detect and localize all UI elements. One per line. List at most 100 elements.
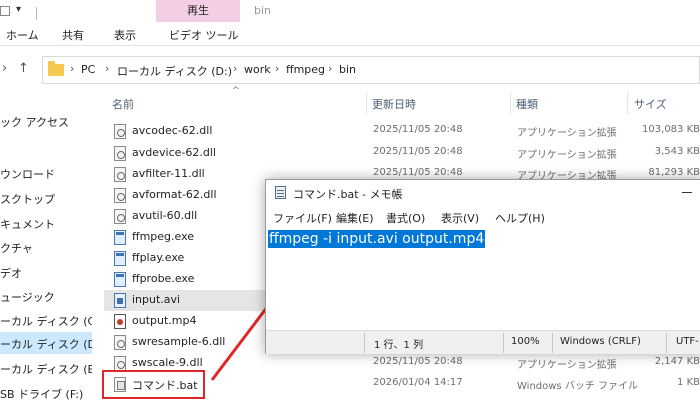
file-name: input.avi bbox=[132, 293, 181, 306]
file-type: アプリケーション拡張 bbox=[517, 128, 617, 139]
menu-edit[interactable]: 編集(E) bbox=[336, 210, 374, 226]
exe-file-icon bbox=[114, 230, 126, 245]
sidebar-item-blank bbox=[0, 132, 92, 154]
column-divider[interactable] bbox=[510, 92, 511, 114]
file-name: avfilter-11.dll bbox=[132, 167, 205, 180]
address-bar[interactable]: › PC › ローカル ディスク (D:) › work › ffmpeg › … bbox=[42, 56, 700, 84]
sidebar-item-drive-c[interactable]: ーカル ディスク (C:) bbox=[0, 309, 92, 331]
tab-home[interactable]: ホーム bbox=[6, 27, 39, 43]
file-size: 2,147 KB bbox=[654, 356, 700, 367]
notepad-title: コマンド.bat - メモ帳 bbox=[293, 188, 403, 201]
menu-view[interactable]: 表示(V) bbox=[441, 210, 479, 226]
sidebar-item-usb-f[interactable]: SB ドライブ (F:) bbox=[0, 382, 92, 404]
breadcrumb-pc[interactable]: PC bbox=[81, 63, 95, 76]
column-header-size[interactable]: サイズ bbox=[634, 96, 667, 112]
exe-file-icon bbox=[114, 272, 126, 287]
status-zoom: 100% bbox=[511, 336, 540, 347]
file-row[interactable]: avcodec-62.dll 2025/11/05 20:48 アプリケーション… bbox=[104, 121, 700, 142]
file-name: avdevice-62.dll bbox=[132, 146, 216, 159]
dll-file-icon bbox=[114, 124, 126, 139]
sidebar-item-drive-d[interactable]: ーカル ディスク (D:) bbox=[0, 332, 92, 354]
tab-share[interactable]: 共有 bbox=[62, 27, 84, 43]
file-date: 2026/01/04 14:17 bbox=[373, 377, 463, 388]
file-name: ffprobe.exe bbox=[132, 272, 195, 285]
file-row[interactable]: avdevice-62.dll 2025/11/05 20:48 アプリケーショ… bbox=[104, 143, 700, 164]
file-name: output.mp4 bbox=[132, 314, 197, 327]
file-name: avutil-60.dll bbox=[132, 209, 198, 222]
column-header-type[interactable]: 種類 bbox=[516, 96, 538, 112]
dll-file-icon bbox=[114, 188, 126, 203]
sidebar-item-documents[interactable]: キュメント bbox=[0, 212, 92, 234]
status-encoding: UTF- bbox=[676, 336, 699, 347]
notepad-titlebar[interactable]: コマンド.bat - メモ帳 bbox=[266, 180, 700, 206]
folder-icon bbox=[48, 61, 64, 76]
sidebar-item-music[interactable]: ュージック bbox=[0, 285, 92, 307]
notepad-statusbar: 1 行、1 列 100% Windows (CRLF) UTF- bbox=[266, 330, 700, 354]
file-size: 1 KB bbox=[677, 377, 700, 388]
file-type: アプリケーション拡張 bbox=[517, 360, 617, 371]
quick-access-dropdown-icon[interactable]: ▾ bbox=[16, 4, 21, 15]
breadcrumb-separator[interactable]: › bbox=[275, 62, 279, 75]
sidebar-item-pictures[interactable]: クチャ bbox=[0, 236, 92, 258]
file-date: 2025/11/05 20:48 bbox=[373, 124, 463, 135]
column-divider[interactable] bbox=[627, 92, 628, 114]
address-row: › ↑ › PC › ローカル ディスク (D:) › work › ffmpe… bbox=[0, 54, 700, 86]
breadcrumb-bin[interactable]: bin bbox=[339, 63, 356, 76]
notepad-window: コマンド.bat - メモ帳 ファイル(F) 編集(E) 書式(O) 表示(V)… bbox=[265, 179, 700, 354]
selected-command-text[interactable]: ffmpeg -i input.avi output.mp4 bbox=[268, 230, 486, 248]
status-divider bbox=[364, 333, 365, 353]
context-tab-header: 再生 bbox=[156, 0, 240, 22]
sidebar-item-desktop[interactable]: スクトップ bbox=[0, 187, 92, 209]
minimize-icon[interactable] bbox=[682, 192, 692, 193]
column-header-date[interactable]: 更新日時 bbox=[372, 96, 416, 112]
sidebar-item-videos[interactable]: デオ bbox=[0, 261, 92, 283]
quick-access-toolbar[interactable]: ▾ bbox=[0, 4, 37, 20]
menu-help[interactable]: ヘルプ(H) bbox=[495, 210, 545, 226]
file-name: ffplay.exe bbox=[132, 251, 185, 264]
file-type: Windows バッチ ファイル bbox=[517, 381, 638, 392]
breadcrumb-drive-d[interactable]: ローカル ディスク (D:) bbox=[117, 63, 232, 79]
notepad-icon bbox=[275, 186, 286, 199]
breadcrumb-separator[interactable]: › bbox=[105, 62, 109, 75]
breadcrumb-ffmpeg[interactable]: ffmpeg bbox=[286, 63, 325, 76]
tab-view[interactable]: 表示 bbox=[114, 27, 136, 43]
explorer-window: ▾ 再生 bin ホーム 共有 表示 ビデオ ツール › ↑ › PC › ロー… bbox=[0, 0, 700, 407]
file-name: avformat-62.dll bbox=[132, 188, 217, 201]
file-size: 3,543 KB bbox=[654, 146, 700, 157]
status-line-ending: Windows (CRLF) bbox=[560, 336, 641, 347]
menu-file[interactable]: ファイル(F) bbox=[273, 210, 332, 226]
sidebar-item-quick-access[interactable]: ック アクセス bbox=[0, 110, 92, 132]
status-position: 1 行、1 列 bbox=[374, 340, 424, 351]
sidebar-item-downloads[interactable]: ウンロード bbox=[0, 162, 92, 184]
file-name: swresample-6.dll bbox=[132, 335, 226, 348]
notepad-text-area[interactable]: ffmpeg -i input.avi output.mp4 bbox=[266, 228, 700, 330]
sidebar-item-drive-e[interactable]: ーカル ディスク (E:) bbox=[0, 357, 92, 379]
breadcrumb-separator[interactable]: › bbox=[70, 62, 74, 75]
file-list-header: 名前 更新日時 種類 サイズ bbox=[100, 92, 700, 114]
status-divider bbox=[552, 333, 553, 353]
column-divider[interactable] bbox=[366, 92, 367, 114]
status-divider bbox=[666, 333, 667, 353]
dll-file-icon bbox=[114, 356, 126, 371]
ribbon-title-bar: ▾ 再生 bin bbox=[0, 0, 700, 22]
breadcrumb-separator[interactable]: › bbox=[328, 62, 332, 75]
navigation-pane: ック アクセス ウンロード スクトップ キュメント クチャ デオ ュージック ー… bbox=[0, 96, 92, 407]
menu-format[interactable]: 書式(O) bbox=[386, 210, 425, 226]
forward-arrow-icon[interactable]: › bbox=[2, 61, 7, 76]
tab-video-tools[interactable]: ビデオ ツール bbox=[169, 27, 239, 43]
video-file-icon bbox=[114, 293, 126, 308]
dll-file-icon bbox=[114, 146, 126, 161]
file-name: swscale-9.dll bbox=[132, 356, 203, 369]
breadcrumb-separator[interactable]: › bbox=[233, 62, 237, 75]
highlight-box bbox=[102, 370, 205, 399]
column-header-name[interactable]: 名前 bbox=[112, 96, 134, 112]
mp4-file-icon bbox=[114, 314, 126, 329]
quick-access-separator bbox=[36, 7, 37, 20]
dll-file-icon bbox=[114, 209, 126, 224]
quick-access-properties-icon[interactable] bbox=[0, 6, 10, 16]
breadcrumb-work[interactable]: work bbox=[244, 63, 271, 76]
file-date: 2025/11/05 20:48 bbox=[373, 167, 463, 178]
dll-file-icon bbox=[114, 167, 126, 182]
notepad-menubar: ファイル(F) 編集(E) 書式(O) 表示(V) ヘルプ(H) bbox=[266, 206, 700, 228]
up-arrow-icon[interactable]: ↑ bbox=[18, 61, 29, 76]
